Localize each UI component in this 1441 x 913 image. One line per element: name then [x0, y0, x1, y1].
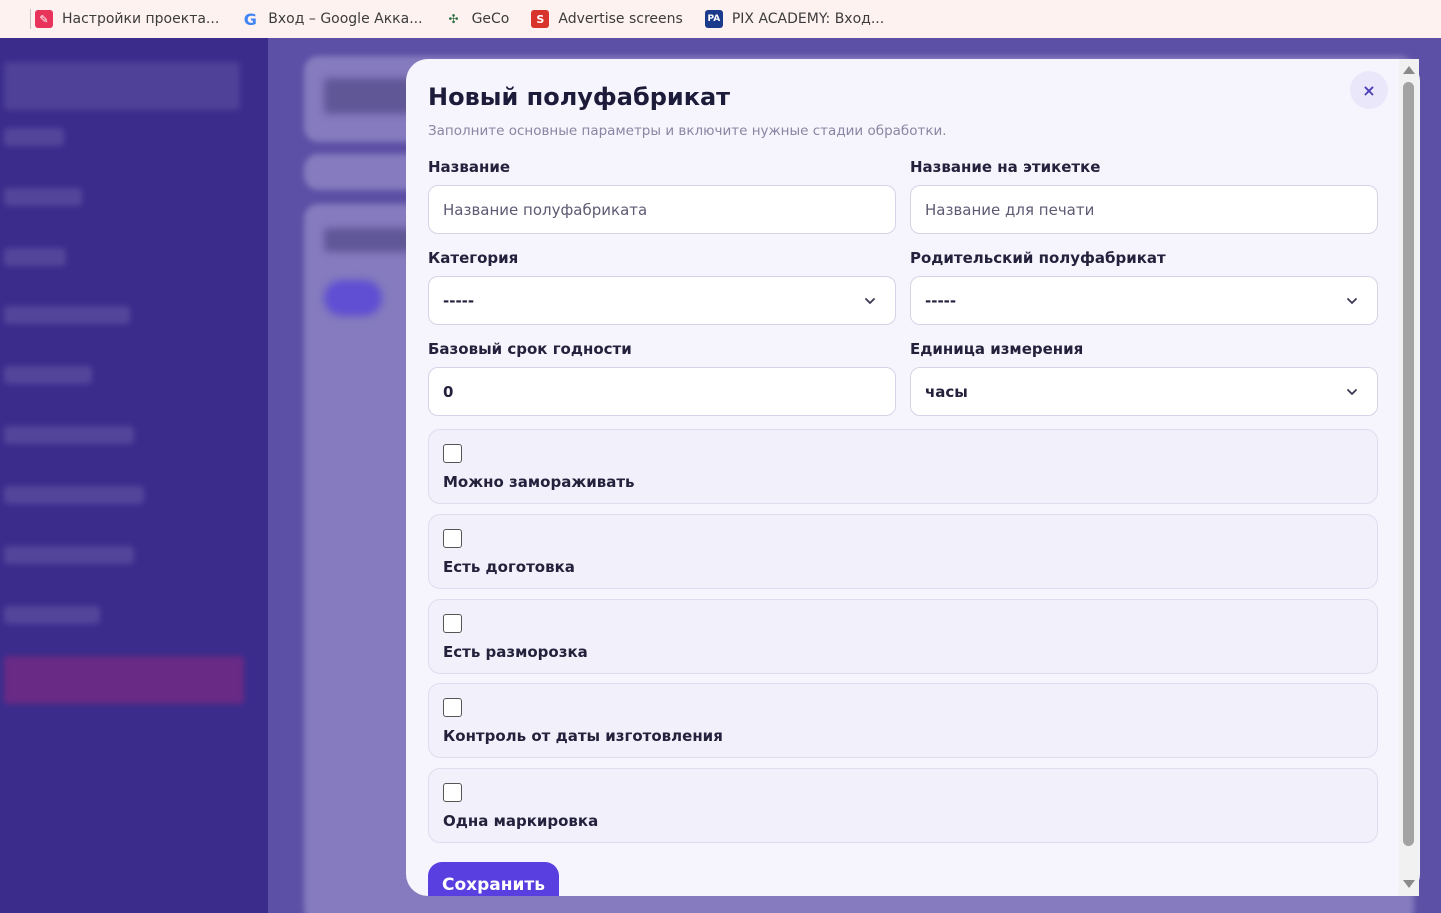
bookmark-label: Advertise screens	[558, 11, 683, 27]
production-date-label: Контроль от даты изготовления	[443, 727, 723, 745]
parent-value: -----	[925, 291, 957, 310]
bookmark-project-settings[interactable]: ✎ Настройки проекта...	[35, 10, 219, 28]
production-date-checkbox[interactable]	[443, 698, 462, 717]
name-input[interactable]	[428, 185, 896, 234]
bg-sidebar-row	[4, 486, 144, 504]
google-icon: G	[243, 9, 257, 29]
bg-section-title	[324, 228, 414, 252]
save-button[interactable]: Сохранить	[428, 862, 559, 896]
freezable-label: Можно замораживать	[443, 473, 635, 491]
category-label: Категория	[428, 249, 519, 267]
scrollbar-thumb[interactable]	[1403, 82, 1414, 846]
bg-sidebar-row	[4, 128, 64, 146]
shelf-life-label: Базовый срок годности	[428, 340, 632, 358]
category-value: -----	[443, 291, 475, 310]
chevron-down-icon	[1347, 298, 1357, 304]
label-name-input[interactable]	[910, 185, 1378, 234]
parent-select[interactable]: -----	[910, 276, 1378, 325]
scroll-down-arrow-icon[interactable]	[1403, 880, 1415, 888]
cooking-label: Есть доготовка	[443, 558, 575, 576]
bg-sidebar-row	[4, 546, 134, 564]
bg-add-button	[324, 280, 382, 316]
save-button-label: Сохранить	[441, 875, 546, 895]
bookmark-geco[interactable]: ✣ GeCo	[445, 10, 510, 28]
parent-label: Родительский полуфабрикат	[910, 249, 1166, 267]
geco-icon: ✣	[448, 12, 459, 26]
bg-sidebar-row	[4, 188, 82, 206]
freezable-checkbox[interactable]	[443, 444, 462, 463]
new-semi-product-modal: Новый полуфабрикат Заполните основные па…	[406, 59, 1420, 896]
bg-sidebar-logout	[4, 656, 244, 704]
bookmark-pix-academy[interactable]: PA PIX ACADEMY: Вход...	[704, 10, 885, 28]
category-select[interactable]: -----	[428, 276, 896, 325]
modal-subtitle: Заполните основные параметры и включите …	[428, 123, 947, 139]
project-settings-icon: ✎	[35, 10, 53, 28]
bg-sidebar-row	[4, 306, 130, 324]
close-icon: ×	[1362, 80, 1376, 100]
unit-value: часы	[925, 382, 968, 401]
label-name-label: Название на этикетке	[910, 158, 1101, 176]
chevron-down-icon	[865, 298, 875, 304]
shelf-life-input[interactable]	[428, 367, 896, 416]
bookmarks-bar: ✎ Настройки проекта... G Вход – Google А…	[0, 0, 1441, 38]
cooking-checkbox[interactable]	[443, 529, 462, 548]
advertise-icon: S	[531, 10, 550, 28]
bg-heading	[324, 78, 414, 114]
close-button[interactable]: ×	[1350, 71, 1388, 109]
defrost-label: Есть разморозка	[443, 643, 588, 661]
bg-sidebar-row	[4, 248, 66, 266]
bookmark-label: Настройки проекта...	[62, 11, 220, 27]
name-label: Название	[428, 158, 511, 176]
bookmark-label: GeCo	[471, 11, 510, 27]
single-marking-label: Одна маркировка	[443, 812, 599, 830]
scroll-up-arrow-icon[interactable]	[1403, 66, 1415, 74]
bg-sidebar-active	[4, 62, 240, 110]
bg-sidebar-row	[4, 426, 134, 444]
bookmark-label: PIX ACADEMY: Вход...	[731, 11, 885, 27]
bg-sidebar-row	[4, 606, 100, 624]
cooking-option: Есть доготовка	[428, 514, 1378, 589]
single-marking-option: Одна маркировка	[428, 768, 1378, 843]
bookmark-advertise[interactable]: S Advertise screens	[531, 10, 683, 28]
modal-title: Новый полуфабрикат	[428, 83, 731, 111]
unit-select[interactable]: часы	[910, 367, 1378, 416]
bookmark-google[interactable]: G Вход – Google Акка...	[241, 9, 423, 29]
background-sidebar	[0, 38, 268, 913]
production-date-option: Контроль от даты изготовления	[428, 683, 1378, 758]
bookmarks-divider	[30, 9, 31, 29]
unit-label: Единица измерения	[910, 340, 1084, 358]
freezable-option: Можно замораживать	[428, 429, 1378, 504]
single-marking-checkbox[interactable]	[443, 783, 462, 802]
pix-academy-icon: PA	[704, 10, 723, 28]
bg-sidebar-row	[4, 366, 92, 384]
chevron-down-icon	[1347, 389, 1357, 395]
defrost-option: Есть разморозка	[428, 599, 1378, 674]
defrost-checkbox[interactable]	[443, 614, 462, 633]
bookmark-label: Вход – Google Акка...	[268, 11, 423, 27]
